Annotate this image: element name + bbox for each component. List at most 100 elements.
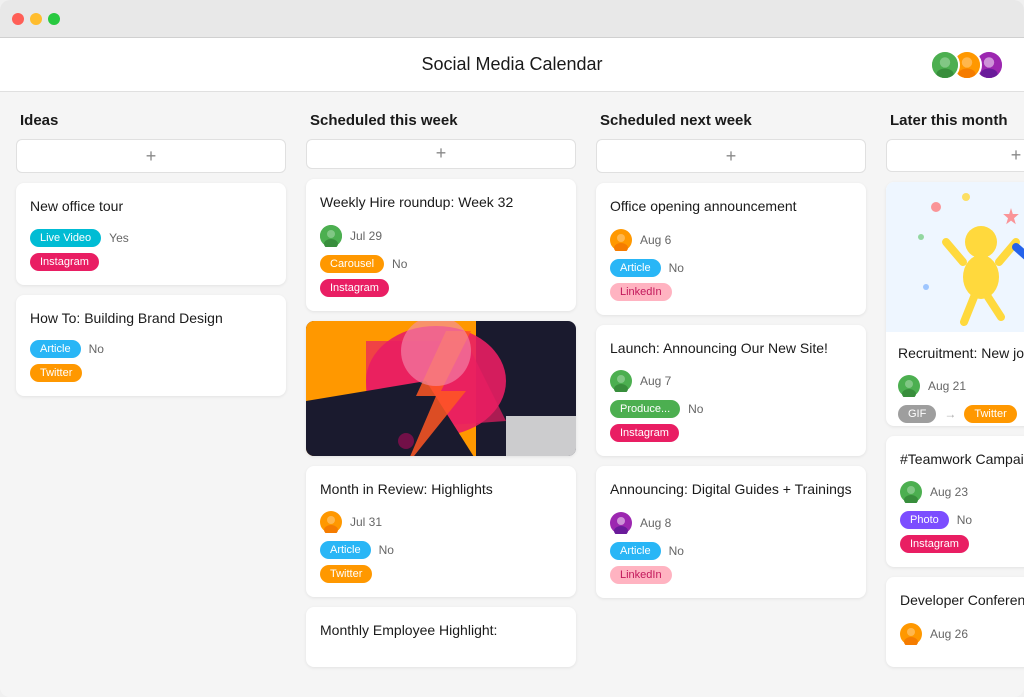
- tag-live-video: Live Video: [30, 229, 101, 247]
- card-title: #Teamwork Campaign: [900, 450, 1024, 470]
- tags-row-2: Twitter: [320, 565, 562, 583]
- card-meta: Aug 8: [610, 512, 852, 534]
- card-title: Developer Conference Recap: [900, 591, 1024, 611]
- user-avatar: [610, 512, 632, 534]
- tag-twitter: Twitter: [964, 405, 1016, 423]
- column-scheduled-week: Scheduled this week + Weekly Hire roundu…: [306, 112, 576, 677]
- user-avatar: [900, 481, 922, 503]
- card-title: Monthly Employee Highlight:: [320, 621, 562, 641]
- user-avatar: [610, 229, 632, 251]
- card-new-office-tour: New office tour Live Video Yes Instagram: [16, 183, 286, 285]
- tag-article: Article: [610, 259, 661, 277]
- tag-linkedin: LinkedIn: [610, 283, 672, 301]
- tags-row-2: Instagram: [30, 253, 272, 271]
- column-next-week-header: Scheduled next week: [596, 112, 866, 129]
- user-avatar: [610, 370, 632, 392]
- tag-gif: GIF: [898, 405, 936, 423]
- yes-no-value: No: [957, 513, 972, 527]
- card-title: Announcing: Digital Guides + Trainings: [610, 480, 852, 500]
- column-scheduled-next-week: Scheduled next week + Office opening ann…: [596, 112, 866, 677]
- card-meta: Aug 21: [898, 375, 1024, 397]
- card-brand-design: How To: Building Brand Design Article No…: [16, 295, 286, 397]
- card-title: Weekly Hire roundup: Week 32: [320, 193, 562, 213]
- traffic-lights: [12, 13, 60, 25]
- avatar-1: [930, 50, 960, 80]
- card-office-opening: Office opening announcement Aug 6 Articl…: [596, 183, 866, 315]
- card-title: Launch: Announcing Our New Site!: [610, 339, 852, 359]
- tag-instagram: Instagram: [900, 535, 969, 553]
- tags-row-2: Instagram: [320, 279, 562, 297]
- tag-article: Article: [320, 541, 371, 559]
- card-title: Recruitment: New job postings: [898, 344, 1024, 364]
- card-title: New office tour: [30, 197, 272, 217]
- tags-row: Live Video Yes: [30, 229, 272, 247]
- card-monthly-employee: Monthly Employee Highlight:: [306, 607, 576, 667]
- tag-photo: Photo: [900, 511, 949, 529]
- card-date: Aug 8: [640, 516, 671, 530]
- tags-row: Produce... No: [610, 400, 852, 418]
- add-next-week-button[interactable]: +: [596, 139, 866, 173]
- tags-row: Article No: [610, 542, 852, 560]
- add-later-month-button[interactable]: +: [886, 139, 1024, 172]
- yes-no-value: No: [669, 261, 684, 275]
- tags-row: GIF → Twitter: [898, 405, 1024, 423]
- user-avatar: [320, 511, 342, 533]
- card-content: Recruitment: New job postings Aug 21 GIF…: [886, 332, 1024, 426]
- add-scheduled-week-button[interactable]: +: [306, 139, 576, 169]
- tags-row: Carousel No: [320, 255, 562, 273]
- card-abstract-image: [306, 321, 576, 456]
- user-avatar: [900, 623, 922, 645]
- card-launch: Launch: Announcing Our New Site! Aug 7 P…: [596, 325, 866, 457]
- card-meta: Aug 26: [900, 623, 1024, 645]
- tag-instagram: Instagram: [30, 253, 99, 271]
- yes-no-value: No: [688, 402, 703, 416]
- maximize-button[interactable]: [48, 13, 60, 25]
- celebration-image: [886, 182, 1024, 332]
- minimize-button[interactable]: [30, 13, 42, 25]
- card-date: Jul 29: [350, 229, 382, 243]
- yes-no-value: No: [379, 543, 394, 557]
- yes-no-value: No: [89, 342, 104, 356]
- card-date: Aug 21: [928, 379, 966, 393]
- card-digital-guides: Announcing: Digital Guides + Trainings A…: [596, 466, 866, 598]
- close-button[interactable]: [12, 13, 24, 25]
- tag-carousel: Carousel: [320, 255, 384, 273]
- tag-twitter: Twitter: [30, 364, 82, 382]
- yes-no-value: No: [392, 257, 407, 271]
- card-date: Aug 23: [930, 485, 968, 499]
- card-title: Office opening announcement: [610, 197, 852, 217]
- tags-row-2: Instagram: [610, 424, 852, 442]
- card-recruitment: Recruitment: New job postings Aug 21 GIF…: [886, 182, 1024, 426]
- card-meta: Jul 31: [320, 511, 562, 533]
- column-later-month-header: Later this month: [886, 112, 1024, 129]
- tags-row-2: Twitter: [30, 364, 272, 382]
- tag-linkedin-2: LinkedIn: [610, 566, 672, 584]
- tags-row: Article No: [610, 259, 852, 277]
- card-meta: Aug 23: [900, 481, 1024, 503]
- yes-no-value: Yes: [109, 231, 129, 245]
- add-ideas-button[interactable]: +: [16, 139, 286, 173]
- card-month-review: Month in Review: Highlights Jul 31 Artic…: [306, 466, 576, 598]
- card-title: How To: Building Brand Design: [30, 309, 272, 329]
- tag-article: Article: [30, 340, 81, 358]
- tag-twitter: Twitter: [320, 565, 372, 583]
- tag-produce: Produce...: [610, 400, 680, 418]
- tags-row: Article No: [320, 541, 562, 559]
- header: Social Media Calendar: [0, 38, 1024, 92]
- column-ideas-header: Ideas: [16, 112, 286, 129]
- column-scheduled-week-header: Scheduled this week: [306, 112, 576, 129]
- card-dev-conference: Developer Conference Recap Aug 26: [886, 577, 1024, 667]
- titlebar: [0, 0, 1024, 38]
- tag-instagram: Instagram: [320, 279, 389, 297]
- app-window: Social Media Calendar Ideas + New office…: [0, 0, 1024, 697]
- user-avatar: [898, 375, 920, 397]
- card-title: Month in Review: Highlights: [320, 480, 562, 500]
- column-later-month: Later this month +: [886, 112, 1024, 677]
- user-avatar: [320, 225, 342, 247]
- arrow-icon: →: [944, 407, 956, 421]
- card-date: Aug 26: [930, 627, 968, 641]
- card-meta: Aug 7: [610, 370, 852, 392]
- column-ideas: Ideas + New office tour Live Video Yes I…: [16, 112, 286, 677]
- page-title: Social Media Calendar: [421, 54, 602, 75]
- card-date: Aug 6: [640, 233, 671, 247]
